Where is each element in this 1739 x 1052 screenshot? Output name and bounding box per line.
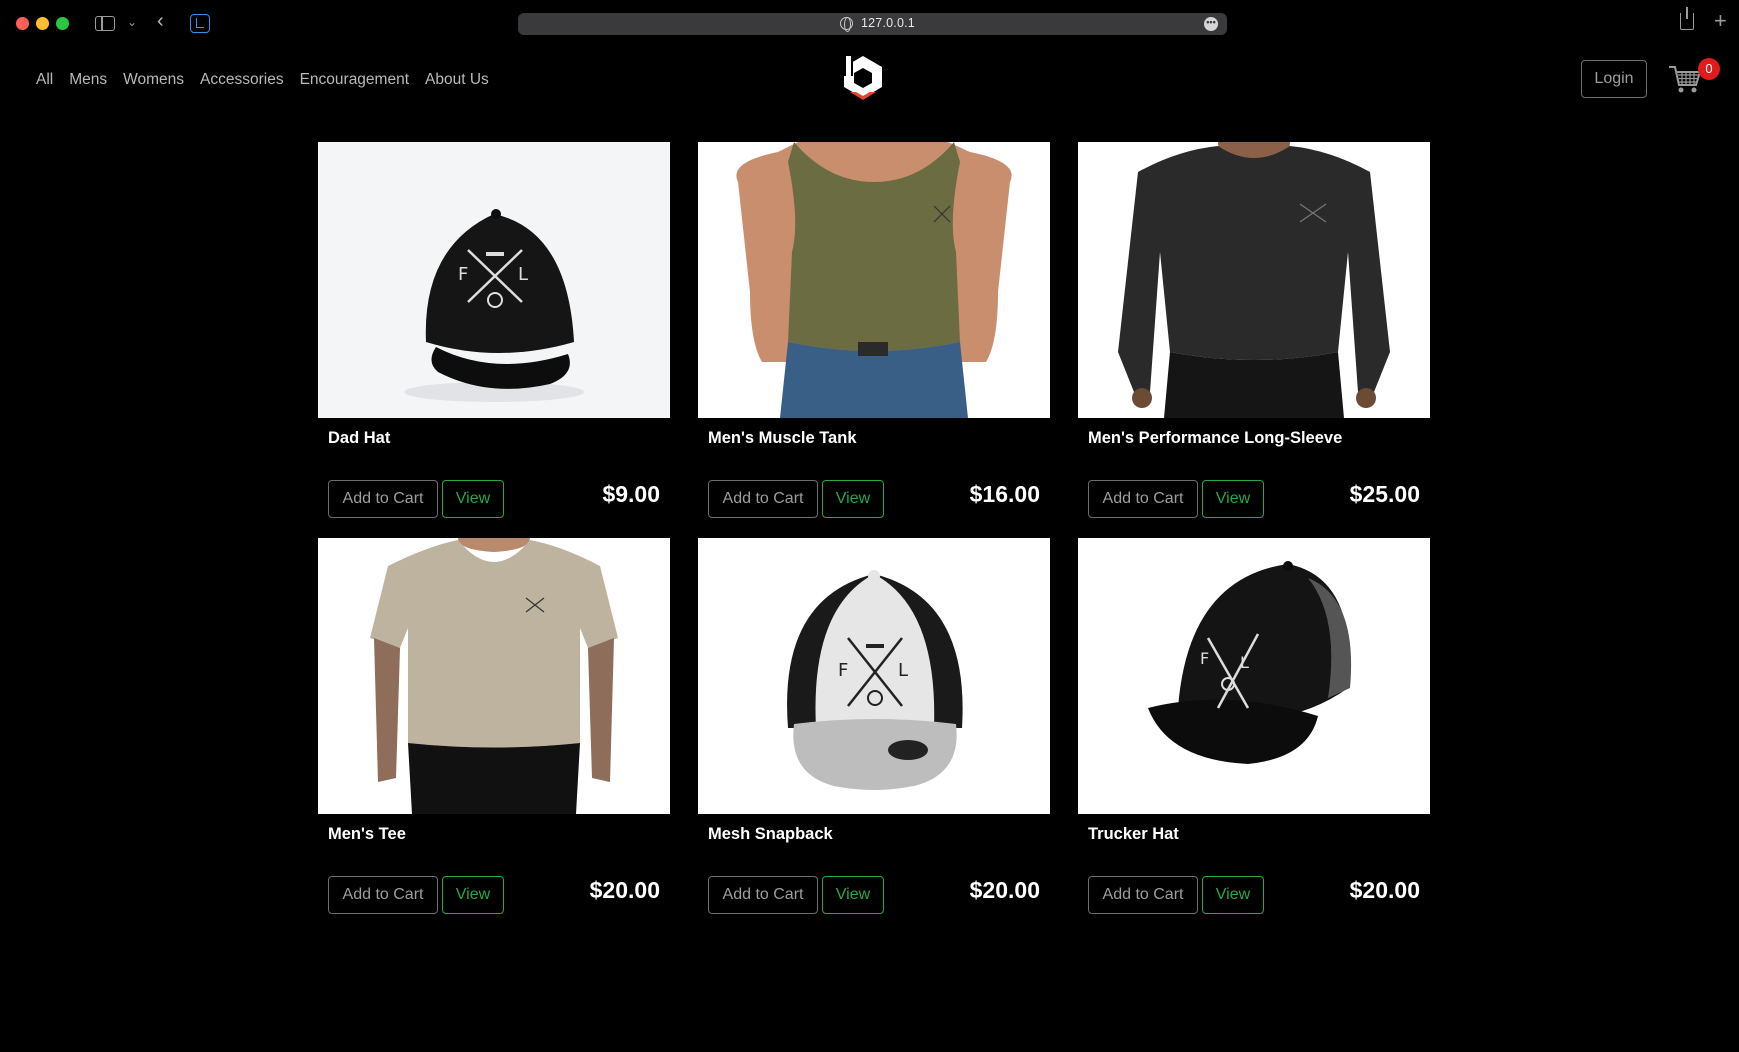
product-price: $16.00 [969, 481, 1040, 507]
product-image-dad-hat[interactable]: F L [318, 142, 670, 418]
nav-links: All Mens Womens Accessories Encouragemen… [36, 71, 505, 89]
add-to-cart-button[interactable]: Add to Cart [1088, 480, 1198, 518]
view-button[interactable]: View [1202, 876, 1264, 914]
add-to-cart-button[interactable]: Add to Cart [708, 876, 818, 914]
view-button[interactable]: View [1202, 480, 1264, 518]
snapback-illustration: F L [698, 538, 1050, 814]
product-image-long-sleeve[interactable] [1078, 142, 1430, 418]
svg-text:F: F [1200, 649, 1209, 668]
cart-count-badge: 0 [1698, 58, 1720, 80]
address-bar[interactable]: 127.0.0.1 ••• [518, 13, 1227, 35]
nav-link-accessories[interactable]: Accessories [200, 71, 284, 89]
more-options-icon[interactable]: ••• [1204, 17, 1218, 31]
product-image-muscle-tank[interactable] [698, 142, 1050, 418]
product-image-tee[interactable] [318, 538, 670, 814]
product-card: Men's Tee Add to Cart View $20.00 [318, 538, 670, 914]
view-button[interactable]: View [442, 876, 504, 914]
svg-text:L: L [898, 660, 908, 681]
brand-logo[interactable] [840, 54, 886, 102]
product-card: F L Mesh Snapback Add to Cart View $20.0… [698, 538, 1050, 914]
nav-link-mens[interactable]: Mens [69, 71, 107, 89]
svg-text:F: F [838, 660, 848, 681]
sidebar-toggle-icon[interactable] [95, 16, 115, 31]
svg-text:L: L [518, 264, 528, 285]
shopping-cart-icon[interactable] [1668, 62, 1702, 96]
add-to-cart-button[interactable]: Add to Cart [708, 480, 818, 518]
product-title[interactable]: Men's Performance Long-Sleeve [1088, 429, 1342, 448]
add-to-cart-button[interactable]: Add to Cart [1088, 876, 1198, 914]
minimize-window-button[interactable] [36, 17, 49, 30]
extension-icon[interactable] [190, 14, 210, 33]
svg-text:L: L [1240, 653, 1249, 672]
product-card: Men's Performance Long-Sleeve Add to Car… [1078, 142, 1430, 518]
product-card: Men's Muscle Tank Add to Cart View $16.0… [698, 142, 1050, 518]
tank-illustration [698, 142, 1050, 418]
product-image-trucker-hat[interactable]: F L [1078, 538, 1430, 814]
back-arrow-icon[interactable]: ‹ [157, 11, 164, 31]
product-title[interactable]: Men's Muscle Tank [708, 429, 857, 448]
product-price: $9.00 [602, 481, 660, 507]
login-button[interactable]: Login [1581, 60, 1647, 98]
product-image-mesh-snapback[interactable]: F L [698, 538, 1050, 814]
nav-link-about-us[interactable]: About Us [425, 71, 489, 89]
nav-link-encouragement[interactable]: Encouragement [300, 71, 409, 89]
close-window-button[interactable] [16, 17, 29, 30]
view-button[interactable]: View [822, 876, 884, 914]
nav-link-all[interactable]: All [36, 71, 53, 89]
add-to-cart-button[interactable]: Add to Cart [328, 480, 438, 518]
view-button[interactable]: View [822, 480, 884, 518]
product-title[interactable]: Men's Tee [328, 825, 406, 844]
product-card: F L Trucker Hat Add to Cart View $20.00 [1078, 538, 1430, 914]
tee-illustration [318, 538, 670, 814]
new-tab-icon[interactable]: + [1714, 9, 1727, 33]
site-navbar: All Mens Womens Accessories Encouragemen… [0, 48, 1739, 110]
product-card: F L Dad Hat Add to Cart View $9.00 [318, 142, 670, 518]
url-text: 127.0.0.1 [861, 16, 915, 30]
share-icon[interactable] [1680, 7, 1694, 30]
globe-icon [840, 17, 853, 32]
product-title[interactable]: Dad Hat [328, 429, 390, 448]
nav-link-womens[interactable]: Womens [123, 71, 184, 89]
trucker-hat-illustration: F L [1078, 538, 1430, 814]
zoom-window-button[interactable] [56, 17, 69, 30]
long-sleeve-illustration [1078, 142, 1430, 418]
product-title[interactable]: Mesh Snapback [708, 825, 833, 844]
product-price: $20.00 [969, 877, 1040, 903]
product-price: $20.00 [1349, 877, 1420, 903]
add-to-cart-button[interactable]: Add to Cart [328, 876, 438, 914]
product-price: $25.00 [1349, 481, 1420, 507]
product-title[interactable]: Trucker Hat [1088, 825, 1179, 844]
browser-toolbar: ⌄ ‹ 127.0.0.1 ••• + [0, 0, 1739, 48]
product-price: $20.00 [589, 877, 660, 903]
svg-text:F: F [458, 264, 468, 285]
view-button[interactable]: View [442, 480, 504, 518]
chevron-down-icon[interactable]: ⌄ [127, 12, 137, 32]
cap-illustration: F L [404, 209, 584, 402]
